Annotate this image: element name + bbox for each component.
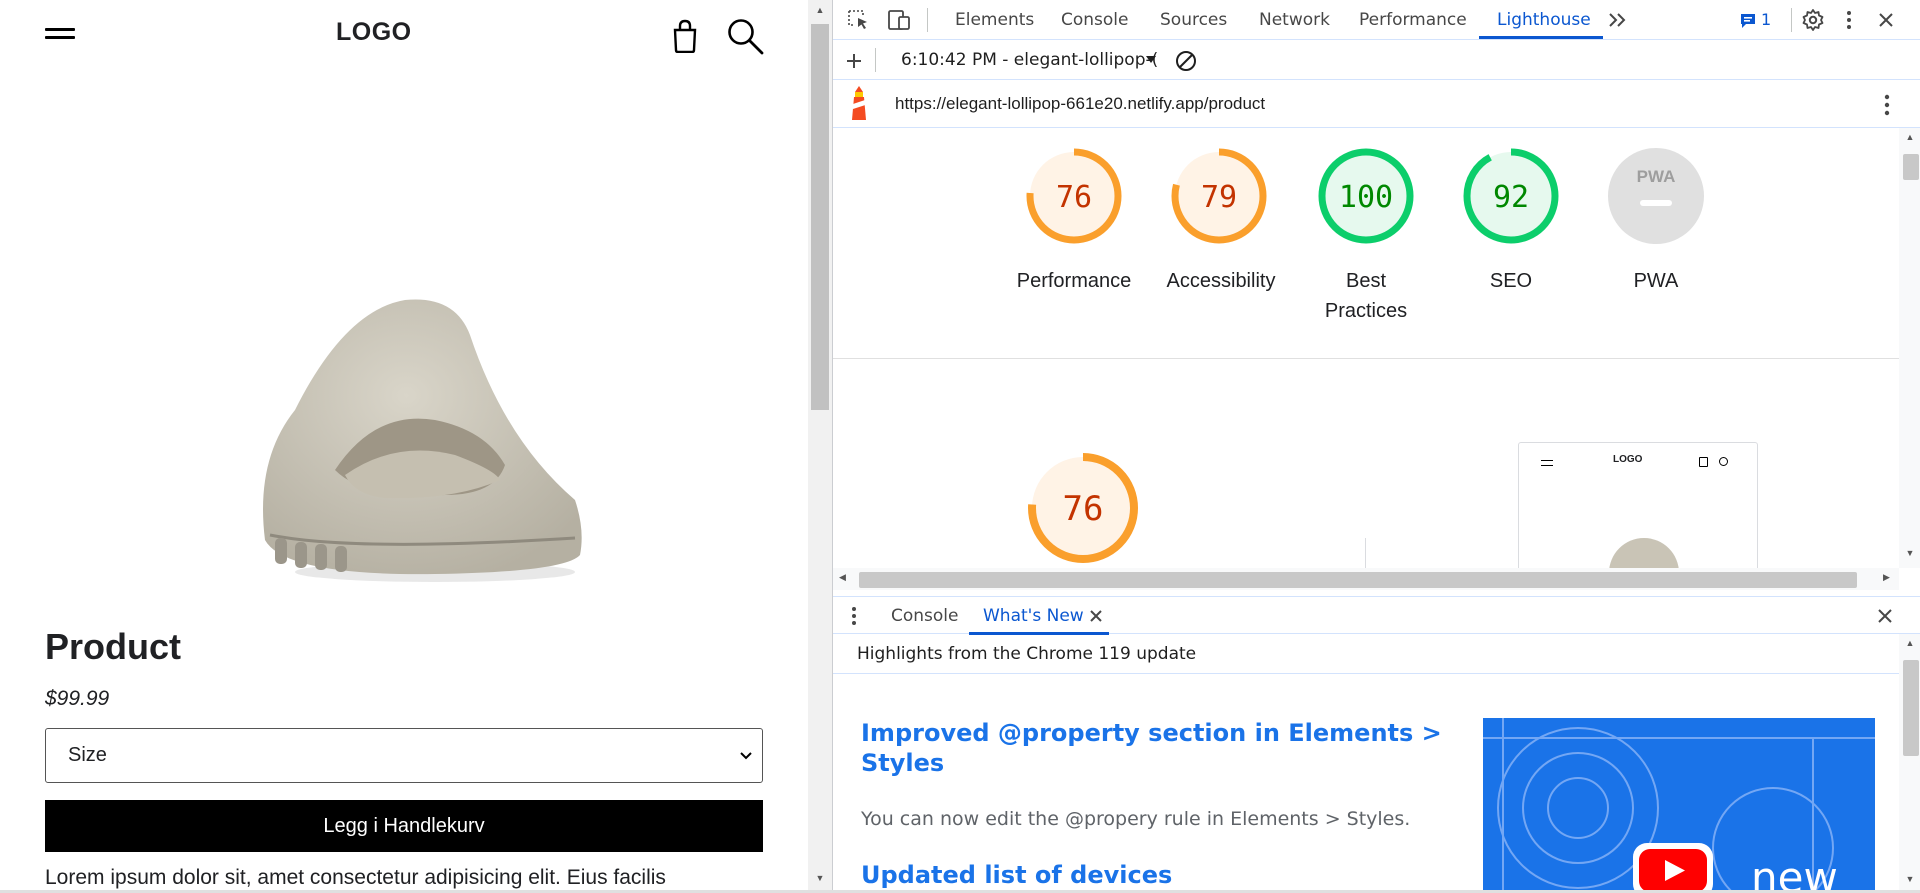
devtools-tabbar: Elements Console Sources Network Perform…	[833, 0, 1920, 40]
product-price: $99.99	[45, 687, 110, 710]
report-divider	[833, 358, 1899, 359]
whats-new-heading-2[interactable]: Updated list of devices	[861, 860, 1172, 890]
whats-new-video-thumbnail[interactable]: new	[1483, 718, 1875, 893]
filmstrip-divider	[1365, 538, 1366, 568]
scroll-up-arrow-icon[interactable]: ▲	[808, 2, 832, 18]
issues-count[interactable]: 1	[1761, 0, 1771, 40]
report-scroll-right-icon[interactable]: ▶	[1883, 572, 1890, 583]
pwa-gauge-disc	[1608, 148, 1704, 244]
report-horizontal-scrollbar-thumb[interactable]	[859, 572, 1857, 588]
gauge-score: 92	[1493, 180, 1529, 215]
gauge-label-performance[interactable]: Performance	[999, 266, 1149, 296]
thumbnail-logo: LOGO	[1613, 454, 1643, 465]
close-drawer-icon[interactable]	[1877, 608, 1893, 624]
lighthouse-logo-icon	[852, 86, 866, 120]
thumbnail-bag-icon	[1699, 457, 1708, 467]
lighthouse-report: 76 79 100 92 PWA Performance Accessibility B…	[833, 128, 1899, 568]
thumbnail-hamburger-icon	[1541, 460, 1553, 466]
gauge-performance[interactable]: 76	[1026, 148, 1122, 244]
heading-1-line-1: Improved @property section in Elements >	[861, 719, 1442, 747]
gauge-pwa[interactable]: PWA	[1608, 148, 1704, 244]
drawer-scroll-down-icon[interactable]: ▼	[1899, 874, 1920, 884]
report-scroll-down-icon[interactable]: ▼	[1899, 548, 1920, 558]
device-toolbar-icon[interactable]	[887, 9, 913, 31]
inspect-element-icon[interactable]	[847, 9, 871, 31]
settings-gear-icon[interactable]	[1801, 8, 1825, 32]
tab-console[interactable]: Console	[1061, 0, 1129, 40]
thumbnail-product-image	[1609, 538, 1679, 568]
product-description: Lorem ipsum dolor sit, amet consectetur …	[45, 866, 666, 889]
scroll-down-arrow-icon[interactable]: ▼	[808, 870, 832, 886]
report-vertical-scrollbar-thumb[interactable]	[1903, 154, 1919, 180]
clear-all-blocked-icon[interactable]	[1175, 50, 1197, 72]
drawer-tabbar: Console What's New	[833, 596, 1920, 635]
report-url-bar: https://elegant-lollipop-661e20.netlify.…	[833, 80, 1920, 128]
gauge-score: 79	[1201, 180, 1237, 215]
drawer-vertical-scrollbar-thumb[interactable]	[1903, 660, 1919, 756]
site-logo[interactable]: LOGO	[336, 18, 412, 47]
more-options-kebab-icon[interactable]	[1845, 10, 1853, 30]
report-url[interactable]: https://elegant-lollipop-661e20.netlify.…	[895, 94, 1265, 114]
report-scroll-up-icon[interactable]: ▲	[1899, 132, 1920, 142]
product-page: LOGO Product $99.99 Size Legg i Handleku…	[0, 0, 808, 893]
report-scroll-left-icon[interactable]: ◀	[839, 572, 846, 583]
big-gauge-score: 76	[1063, 489, 1104, 529]
size-select-value: Size	[68, 744, 107, 766]
search-icon[interactable]	[726, 17, 764, 55]
drawer-tab-console[interactable]: Console	[891, 597, 959, 635]
drawer-vertical-scrollbar[interactable]: ▲ ▼	[1899, 634, 1920, 893]
product-title: Product	[45, 626, 182, 667]
report-selector-value: 6:10:42 PM - elegant-lollipop-(	[901, 50, 1159, 70]
thumbnail-search-icon	[1719, 457, 1728, 466]
gauge-label-best-practices[interactable]: Best Practices	[1291, 266, 1441, 326]
product-image	[263, 299, 582, 582]
whats-new-heading-1[interactable]: Improved @property section in Elements >…	[861, 718, 1442, 778]
new-report-plus-icon[interactable]	[845, 52, 863, 70]
page-screenshot-thumbnail: LOGO	[1518, 442, 1758, 568]
tab-sources[interactable]: Sources	[1160, 0, 1227, 40]
report-menu-kebab-icon[interactable]	[1883, 94, 1891, 116]
drawer-tab-whats-new[interactable]: What's New	[983, 597, 1084, 635]
tab-performance[interactable]: Performance	[1359, 0, 1467, 40]
drawer-menu-kebab-icon[interactable]	[851, 606, 857, 626]
performance-big-gauge: 76	[1028, 453, 1138, 563]
gauge-score: 100	[1339, 180, 1393, 215]
tab-network[interactable]: Network	[1259, 0, 1330, 40]
heading-1-line-2: Styles	[861, 749, 945, 777]
drawer-scroll-up-icon[interactable]: ▲	[1899, 638, 1920, 648]
gauge-label-accessibility[interactable]: Accessibility	[1146, 266, 1296, 296]
whats-new-header: Highlights from the Chrome 119 update	[833, 634, 1899, 674]
close-tab-icon[interactable]	[1089, 609, 1103, 623]
gauge-score: 76	[1056, 180, 1092, 215]
pwa-badge: PWA	[1637, 167, 1676, 186]
page-scrollbar-thumb[interactable]	[811, 24, 829, 410]
gauge-accessibility[interactable]: 79	[1171, 148, 1267, 244]
report-selector[interactable]: 6:10:42 PM - elegant-lollipop-(	[901, 40, 1158, 80]
issues-icon[interactable]	[1739, 12, 1757, 30]
more-tabs-chevron-icon[interactable]	[1607, 11, 1629, 29]
hamburger-menu-icon[interactable]	[45, 28, 75, 44]
tab-elements[interactable]: Elements	[955, 0, 1034, 40]
whats-new-content: Improved @property section in Elements >…	[833, 674, 1899, 893]
gauge-label-seo[interactable]: SEO	[1436, 266, 1586, 296]
report-vertical-scrollbar[interactable]: ▲ ▼	[1899, 128, 1920, 568]
shopping-bag-icon[interactable]	[670, 19, 700, 53]
lighthouse-toolbar: 6:10:42 PM - elegant-lollipop-(	[833, 40, 1920, 80]
dropdown-triangle-icon[interactable]	[1145, 54, 1157, 66]
whats-new-paragraph-1: You can now edit the @propery rule in El…	[861, 808, 1411, 830]
report-horizontal-scrollbar[interactable]: ◀ ▶	[833, 568, 1899, 590]
chevron-down-icon	[740, 752, 752, 760]
page-scrollbar[interactable]: ▲ ▼	[808, 0, 832, 893]
pwa-dash	[1640, 200, 1672, 206]
tab-lighthouse[interactable]: Lighthouse	[1497, 0, 1591, 40]
gauge-label-pwa[interactable]: PWA	[1581, 266, 1731, 296]
devtools-panel: Elements Console Sources Network Perform…	[832, 0, 1920, 893]
gauge-best-practices[interactable]: 100	[1318, 148, 1414, 244]
add-to-cart-button[interactable]: Legg i Handlekurv	[45, 800, 763, 852]
gauge-seo[interactable]: 92	[1463, 148, 1559, 244]
close-devtools-icon[interactable]	[1877, 11, 1895, 29]
size-select[interactable]: Size	[45, 728, 763, 783]
active-tab-indicator	[1479, 36, 1603, 39]
video-word: new	[1751, 853, 1838, 893]
